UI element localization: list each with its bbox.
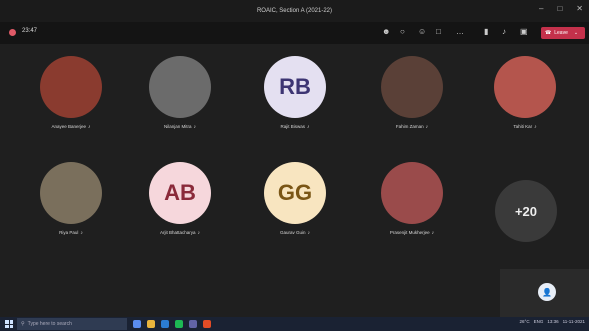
avatar — [381, 56, 443, 118]
more-participants-button[interactable]: +20 — [495, 180, 557, 242]
file-explorer-icon[interactable] — [147, 320, 155, 328]
chrome-icon[interactable] — [203, 320, 211, 328]
close-button[interactable]: ✕ — [576, 4, 583, 13]
date: 11-11-2021 — [562, 319, 585, 324]
more-icon[interactable]: … — [456, 27, 464, 37]
meeting-toolbar: 23:47 ☻ ○ ☺ □ … ▮ ♪ ▣ ☎ Leave ⌄ — [0, 22, 589, 44]
camera-icon[interactable]: ▮ — [484, 27, 488, 37]
mic-icon: ♪ — [197, 230, 201, 236]
participant-name: Arjit Bhattacharya — [159, 230, 196, 235]
avatar — [381, 162, 443, 224]
participant-tile[interactable]: Anayee Banerjee ♪ — [16, 56, 126, 130]
chat-icon[interactable]: ○ — [400, 27, 405, 37]
phone-icon: ☎ — [545, 30, 552, 36]
participant-grid: Anayee Banerjee ♪ Nilanjan Mitra ♪ RB Raji… — [0, 44, 589, 317]
participant-tile[interactable]: Tahiti Kar ♪ — [470, 56, 580, 130]
participant-name: Nilanjan Mitra — [163, 124, 192, 129]
participant-tile[interactable]: RB Rajit Biswas ♪ — [240, 56, 350, 130]
mail-icon[interactable] — [161, 320, 169, 328]
avatar — [40, 162, 102, 224]
mic-icon: ♪ — [307, 124, 310, 130]
edge-icon[interactable] — [133, 320, 141, 328]
share-icon[interactable]: □ — [436, 27, 441, 37]
taskbar-search-input[interactable]: ⚲ Type here to search — [17, 318, 127, 330]
meeting-timer: 23:47 — [22, 28, 38, 34]
avatar — [40, 56, 102, 118]
avatar — [149, 56, 211, 118]
windows-start-icon[interactable] — [5, 320, 13, 328]
chevron-down-icon: ⌄ — [573, 30, 579, 36]
participant-tile[interactable]: GG Gaurav Guin ♪ — [240, 162, 350, 236]
search-icon: ⚲ — [21, 321, 25, 327]
participant-tile[interactable]: Fahim Zaman ♪ — [357, 56, 467, 130]
mic-icon: ♪ — [193, 124, 197, 130]
participant-name: Prasenjit Mukherjee — [389, 230, 430, 235]
self-view[interactable]: 👤 — [500, 269, 589, 317]
reactions-icon[interactable]: ☺ — [418, 27, 426, 37]
language-indicator: ENG — [533, 319, 544, 324]
people-icon[interactable]: ☻ — [382, 27, 390, 37]
mic-icon: ♪ — [307, 230, 311, 236]
participant-tile[interactable]: Riya Paul ♪ — [16, 162, 126, 236]
avatar: RB — [264, 56, 326, 118]
title-bar: ROAIC, Section A (2021-22) – □ ✕ — [0, 0, 589, 22]
participant-name: Gaurav Guin — [279, 230, 306, 235]
mic-icon: ♪ — [88, 124, 91, 130]
participant-name: Anayee Banerjee — [51, 124, 87, 129]
search-placeholder: Type here to search — [27, 321, 72, 327]
mic-icon: ♪ — [80, 230, 83, 236]
participant-name: Tahiti Kar — [513, 124, 533, 129]
minimize-button[interactable]: – — [539, 4, 543, 13]
participant-tile[interactable]: Nilanjan Mitra ♪ — [125, 56, 235, 130]
avatar — [494, 56, 556, 118]
mic-icon: ♪ — [534, 124, 537, 130]
avatar: AB — [149, 162, 211, 224]
share-screen-icon[interactable]: ▣ — [520, 27, 528, 37]
participant-tile[interactable]: Prasenjit Mukherjee ♪ — [357, 162, 467, 236]
taskbar: ⚲ Type here to search 26°C ENG 13:36 11-… — [0, 317, 589, 331]
participant-name: Fahim Zaman — [395, 124, 424, 129]
recording-indicator-icon — [9, 29, 16, 36]
maximize-button[interactable]: □ — [557, 4, 562, 13]
participant-name: Rajit Biswas — [280, 124, 305, 129]
system-tray: 26°C ENG 13:36 11-11-2021 — [520, 319, 585, 324]
self-avatar-icon: 👤 — [538, 283, 556, 301]
mic-icon[interactable]: ♪ — [502, 27, 506, 37]
participant-name: Riya Paul — [59, 230, 79, 235]
mic-icon: ♪ — [431, 230, 435, 236]
leave-button[interactable]: ☎ Leave ⌄ — [541, 27, 585, 39]
mic-icon: ♪ — [425, 124, 429, 130]
teams-icon[interactable] — [189, 320, 197, 328]
leave-label: Leave — [554, 30, 568, 36]
participant-tile[interactable]: AB Arjit Bhattacharya ♪ — [125, 162, 235, 236]
window-controls: – □ ✕ — [539, 4, 583, 13]
clock: 13:36 — [547, 319, 559, 324]
window-title: ROAIC, Section A (2021-22) — [256, 8, 333, 14]
weather-temperature: 26°C — [519, 319, 530, 324]
avatar: GG — [264, 162, 326, 224]
spotify-icon[interactable] — [175, 320, 183, 328]
